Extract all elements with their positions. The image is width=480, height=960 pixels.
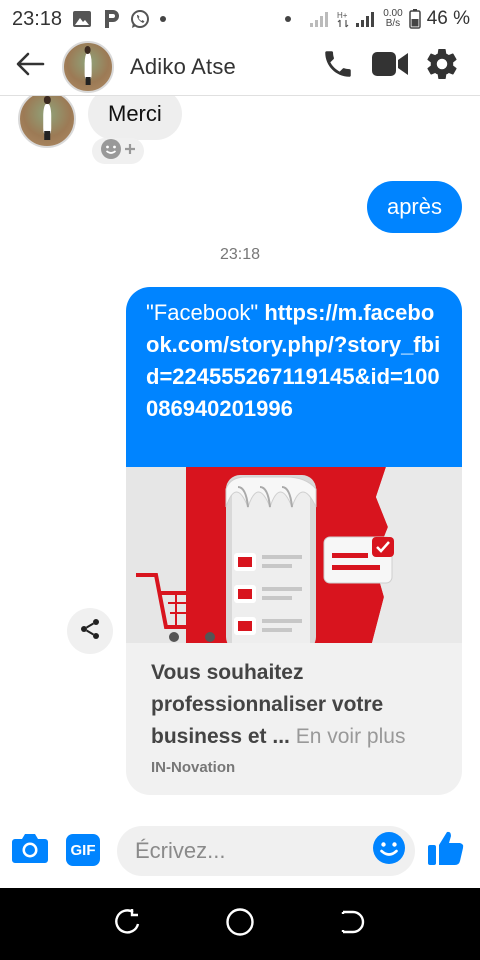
battery-percent: 46 % bbox=[426, 8, 470, 29]
video-call-button[interactable] bbox=[364, 41, 416, 93]
emoji-icon bbox=[100, 138, 122, 165]
dot-icon bbox=[285, 16, 292, 22]
net-speed-unit: B/s bbox=[385, 18, 401, 29]
incoming-message[interactable]: Merci bbox=[88, 96, 182, 140]
back-nav-button[interactable] bbox=[323, 894, 383, 954]
status-bar: 23:18 H+ 0.00 B/s 46 % bbox=[0, 0, 480, 38]
like-button[interactable] bbox=[424, 828, 468, 872]
message-thread[interactable]: Merci après 23:18 "Facebook" https://m.f… bbox=[0, 96, 480, 814]
p-app-icon bbox=[102, 9, 120, 29]
signal-icon bbox=[355, 10, 377, 28]
contact-name[interactable]: Adiko Atse bbox=[130, 54, 236, 80]
message-timestamp: 23:18 bbox=[219, 246, 261, 263]
outgoing-message[interactable]: après bbox=[366, 181, 462, 233]
shared-link-card[interactable]: "Facebook" https://m.facebook.com/story.… bbox=[126, 287, 462, 795]
emoji-button[interactable] bbox=[371, 831, 407, 870]
dot-icon bbox=[160, 16, 167, 22]
link-preview-meta[interactable]: Vous souhaitez professionnaliser votre b… bbox=[126, 643, 462, 776]
image-icon bbox=[72, 10, 92, 28]
camera-button[interactable] bbox=[10, 830, 50, 870]
back-button[interactable] bbox=[0, 38, 60, 96]
recent-apps-icon bbox=[113, 908, 141, 941]
h-plus-icon: H+ bbox=[337, 10, 349, 28]
link-preview-image[interactable] bbox=[126, 467, 462, 643]
video-icon bbox=[371, 49, 409, 84]
back-arrow-icon bbox=[15, 52, 45, 81]
plus-icon bbox=[124, 142, 136, 160]
gif-button[interactable]: GIF bbox=[66, 834, 100, 866]
shop-illustration bbox=[126, 467, 462, 643]
svg-text:H+: H+ bbox=[337, 11, 348, 20]
sender-avatar[interactable] bbox=[18, 96, 76, 148]
system-nav-bar bbox=[0, 888, 480, 960]
chat-header: Adiko Atse bbox=[0, 38, 480, 96]
share-icon bbox=[78, 617, 102, 646]
outgoing-message-text: après bbox=[386, 194, 442, 219]
net-speed: 0.00 B/s bbox=[383, 9, 402, 29]
see-more-link[interactable]: En voir plus bbox=[296, 725, 406, 748]
home-button[interactable] bbox=[210, 894, 270, 954]
signal-icon bbox=[309, 10, 331, 28]
back-icon bbox=[339, 908, 367, 941]
phone-icon bbox=[321, 47, 355, 86]
shared-link-text[interactable]: "Facebook" https://m.facebook.com/story.… bbox=[126, 287, 462, 467]
whatsapp-icon bbox=[130, 9, 150, 29]
message-composer: GIF Écrivez... bbox=[0, 814, 480, 888]
link-preview-source: IN-Novation bbox=[151, 759, 236, 776]
gif-icon: GIF bbox=[70, 841, 96, 859]
add-reaction-button[interactable] bbox=[92, 138, 144, 164]
link-preview-title: Vous souhaitez professionnaliser votre b… bbox=[151, 657, 440, 753]
recent-apps-button[interactable] bbox=[97, 894, 157, 954]
shared-link-prefix: "Facebook" bbox=[146, 300, 265, 325]
battery-icon bbox=[408, 9, 421, 29]
status-time: 23:18 bbox=[12, 7, 63, 30]
home-icon bbox=[225, 907, 255, 942]
gear-icon bbox=[424, 46, 460, 87]
voice-call-button[interactable] bbox=[312, 41, 364, 93]
settings-button[interactable] bbox=[416, 41, 468, 93]
message-input-placeholder: Écrivez... bbox=[135, 838, 226, 863]
emoji-icon bbox=[372, 831, 406, 870]
camera-icon bbox=[11, 832, 49, 869]
share-button[interactable] bbox=[67, 608, 113, 654]
thumbs-up-icon bbox=[426, 828, 466, 873]
contact-avatar[interactable] bbox=[62, 40, 114, 93]
incoming-message-text: Merci bbox=[108, 101, 162, 126]
